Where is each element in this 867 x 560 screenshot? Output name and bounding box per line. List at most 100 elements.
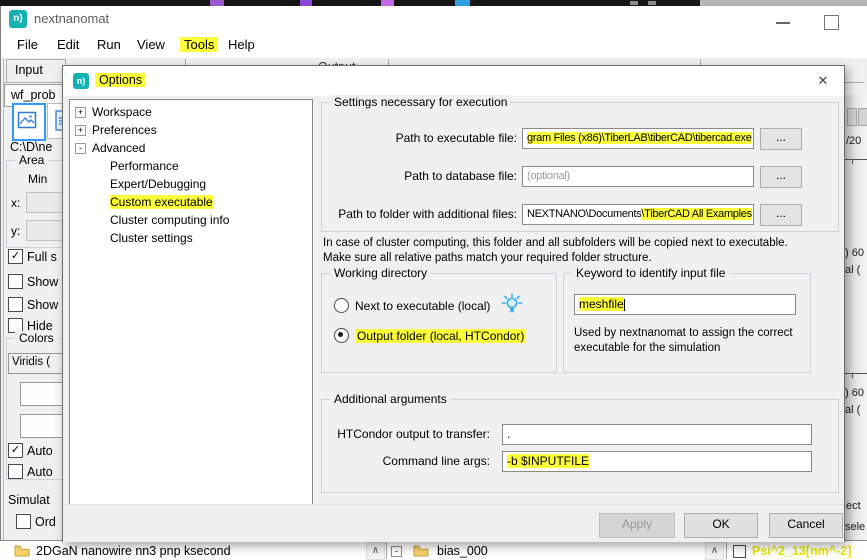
- dialog-close-button[interactable]: ✕: [808, 70, 838, 92]
- tab-input[interactable]: Input: [6, 59, 66, 83]
- subtab-label: wf_prob: [11, 88, 55, 102]
- menu-file[interactable]: File: [17, 37, 38, 52]
- keyword-group-label: Keyword to identify input file: [572, 266, 729, 280]
- htcondor-output-input[interactable]: .: [502, 424, 812, 445]
- menu-tools[interactable]: Tools: [180, 37, 218, 52]
- titlebar: n) nextnanomat: [0, 6, 867, 32]
- ok-button[interactable]: OK: [684, 513, 758, 538]
- auto-label-1: Auto: [27, 444, 53, 458]
- cluster-note-line2: Make sure all relative paths match your …: [323, 251, 843, 266]
- exe-path-input[interactable]: gram Files (x86)\TiberLAB\tiberCAD\tiber…: [522, 128, 754, 149]
- chevron-up-icon: ∧: [711, 545, 718, 556]
- options-tree: + Workspace +Preferences -Advanced Perfor…: [69, 99, 313, 506]
- min-column-header: Min: [28, 172, 47, 186]
- menubar: File Edit Run View Tools Help: [0, 32, 867, 58]
- keyword-description-line1: Used by nextnanomat to assign the correc…: [574, 326, 806, 341]
- keyword-description: Used by nextnanomat to assign the correc…: [574, 326, 806, 356]
- minimize-button[interactable]: [776, 22, 790, 24]
- dialog-titlebar: n) Options ✕: [63, 66, 844, 96]
- dialog-title: Options: [95, 73, 146, 87]
- tree-item-label: Expert/Debugging: [110, 177, 206, 191]
- check-icon: ✓: [11, 250, 20, 262]
- menu-view[interactable]: View: [137, 37, 165, 52]
- cmd-args-value: -b $INPUTFILE: [507, 454, 589, 468]
- full-scale-checkbox[interactable]: ✓: [8, 249, 23, 264]
- text-fragment: ect: [846, 500, 861, 512]
- tree-item-cluster-settings[interactable]: Cluster settings: [70, 229, 312, 247]
- scroll-up-button[interactable]: ∧: [366, 542, 385, 560]
- working-directory-group: Working directory Next to executable (lo…: [321, 273, 557, 373]
- exe-browse-button[interactable]: ...: [760, 128, 802, 150]
- menu-edit[interactable]: Edit: [57, 37, 79, 52]
- auto-checkbox-1[interactable]: ✓: [8, 443, 23, 458]
- pane-separator: [726, 541, 727, 559]
- cmd-args-input[interactable]: -b $INPUTFILE: [502, 451, 812, 472]
- menu-help[interactable]: Help: [228, 37, 255, 52]
- bias-tree-item[interactable]: bias_000: [437, 544, 488, 558]
- collapse-icon[interactable]: -: [75, 143, 86, 154]
- pane-separator: [386, 541, 387, 559]
- cluster-note: In case of cluster computing, this folde…: [323, 236, 843, 266]
- window-title: nextnanomat: [34, 11, 109, 26]
- tree-item-expert-debugging[interactable]: Expert/Debugging: [70, 175, 312, 193]
- dialog-app-icon: n): [73, 73, 89, 89]
- exe-path-value: gram Files (x86)\TiberLAB\tiberCAD\tiber…: [527, 132, 752, 144]
- psi-checkbox[interactable]: [733, 545, 746, 558]
- image-view-button[interactable]: [12, 103, 46, 141]
- colors-group-label: Colors: [15, 331, 58, 345]
- folder-icon: [14, 545, 30, 560]
- app-icon: n): [9, 10, 27, 28]
- expand-icon[interactable]: +: [75, 107, 86, 118]
- options-dialog: n) Options ✕ + Workspace +Preferences -Ad…: [62, 65, 845, 542]
- show-label-2: Show: [27, 298, 58, 312]
- tree-item-label: Cluster computing info: [110, 213, 229, 227]
- tab-input-label: Input: [15, 63, 43, 77]
- db-path-label: Path to database file:: [302, 169, 517, 183]
- working-directory-label: Working directory: [330, 266, 431, 280]
- tree-item-label: Performance: [110, 159, 179, 173]
- scroll-up-button[interactable]: ∧: [705, 542, 724, 560]
- keyword-input[interactable]: meshfile: [574, 294, 796, 315]
- folder-path-value: NEXTNANO\Documents: [527, 208, 641, 220]
- tree-item-workspace[interactable]: + Workspace: [70, 103, 312, 121]
- text-cursor: [624, 299, 625, 311]
- tree-collapse-box[interactable]: -: [391, 546, 402, 557]
- axis-line-fragment: [845, 373, 867, 374]
- simulation-folder-item[interactable]: 2DGaN nanowire nn3 pnp ksecond: [36, 544, 231, 558]
- show-checkbox-1[interactable]: [8, 274, 23, 289]
- tree-item-label: Workspace: [92, 105, 152, 119]
- tree-item-preferences[interactable]: +Preferences: [70, 121, 312, 139]
- htcondor-output-value: .: [507, 427, 510, 441]
- folder-path-input[interactable]: NEXTNANO\Documents\TiberCAD All Examples: [522, 204, 754, 225]
- tree-item-custom-executable[interactable]: Custom executable: [70, 193, 312, 211]
- db-path-input[interactable]: (optional): [522, 166, 754, 187]
- keyword-group: Keyword to identify input file meshfile …: [563, 273, 811, 373]
- simulation-group-label: Simulat: [8, 493, 50, 507]
- output-folder-label: Output folder (local, HTCondor): [355, 329, 526, 343]
- text-fragment: sele: [845, 521, 865, 533]
- background-button-fragment: [847, 108, 857, 126]
- expand-icon[interactable]: +: [75, 125, 86, 136]
- tree-item-advanced[interactable]: -Advanced: [70, 139, 312, 157]
- auto-checkbox-2[interactable]: [8, 464, 23, 479]
- show-checkbox-2[interactable]: [8, 297, 23, 312]
- cancel-button[interactable]: Cancel: [769, 513, 843, 538]
- maximize-button[interactable]: [824, 15, 839, 30]
- cluster-note-line1: In case of cluster computing, this folde…: [323, 236, 843, 251]
- menu-run[interactable]: Run: [97, 37, 121, 52]
- output-folder-radio[interactable]: [334, 328, 349, 343]
- folder-browse-button[interactable]: ...: [760, 204, 802, 226]
- tree-item-performance[interactable]: Performance: [70, 157, 312, 175]
- db-browse-button[interactable]: ...: [760, 166, 802, 188]
- apply-button[interactable]: Apply: [599, 513, 675, 538]
- keyword-description-line2: executable for the simulation: [574, 341, 806, 356]
- area-group-label: Area: [15, 153, 48, 167]
- keyword-value: meshfile: [579, 297, 624, 311]
- background-icon: [630, 1, 638, 5]
- axis-fragment: al (: [845, 404, 860, 416]
- background-button-fragment: [858, 108, 867, 126]
- db-path-placeholder: (optional): [527, 170, 570, 182]
- order-checkbox[interactable]: [16, 514, 31, 529]
- tree-item-cluster-computing-info[interactable]: Cluster computing info: [70, 211, 312, 229]
- next-to-executable-radio[interactable]: [334, 298, 349, 313]
